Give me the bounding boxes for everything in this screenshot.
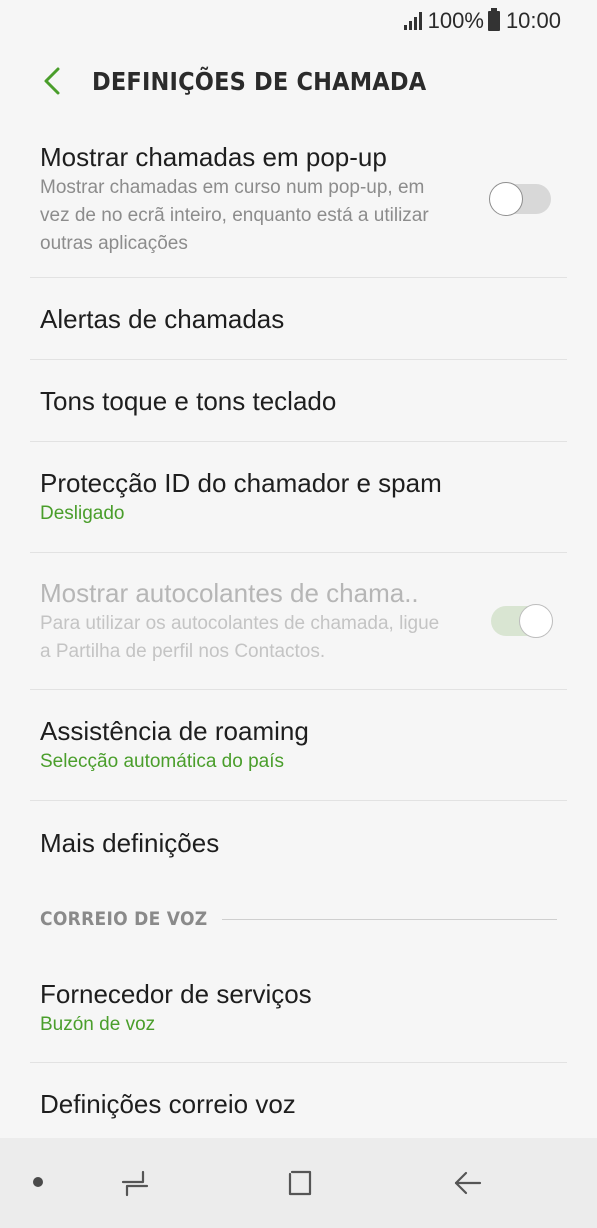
setting-status: Desligado bbox=[40, 503, 125, 524]
status-bar: 100% 10:00 bbox=[0, 0, 597, 42]
setting-title: Alertas de chamadas bbox=[40, 303, 285, 334]
call-stickers-toggle bbox=[491, 604, 553, 638]
page-title: DEFINIÇÕES DE CHAMADA bbox=[92, 66, 427, 96]
setting-more-settings[interactable]: Mais definições bbox=[30, 801, 567, 885]
section-header-voicemail: CORREIO DE VOZ bbox=[30, 885, 567, 953]
navigation-bar bbox=[0, 1138, 597, 1228]
setting-status: Selecção automática do país bbox=[40, 751, 284, 772]
signal-icon bbox=[403, 12, 422, 30]
setting-description: Mostrar chamadas em curso num pop-up, em… bbox=[40, 176, 429, 254]
setting-voicemail-settings[interactable]: Definições correio voz bbox=[30, 1063, 567, 1145]
chevron-left-icon bbox=[44, 67, 60, 95]
clock: 10:00 bbox=[505, 8, 561, 33]
nav-back-button[interactable] bbox=[443, 1160, 493, 1206]
back-arrow-icon bbox=[454, 1171, 482, 1195]
setting-title: Mostrar autocolantes de chama.. bbox=[40, 578, 419, 608]
settings-list: Mostrar chamadas em pop-up Mostrar chama… bbox=[0, 120, 597, 1145]
toggle-knob bbox=[519, 604, 553, 638]
home-button[interactable] bbox=[276, 1160, 326, 1206]
recent-apps-icon bbox=[121, 1170, 149, 1197]
setting-ringtones-keypad-tones[interactable]: Tons toque e tons teclado bbox=[30, 360, 567, 442]
section-label: CORREIO DE VOZ bbox=[40, 908, 208, 930]
setting-call-alerts[interactable]: Alertas de chamadas bbox=[30, 278, 567, 360]
section-divider bbox=[222, 918, 557, 920]
setting-call-stickers: Mostrar autocolantes de chama.. Para uti… bbox=[30, 553, 567, 690]
recent-apps-button[interactable] bbox=[110, 1160, 160, 1206]
setting-title: Tons toque e tons teclado bbox=[40, 385, 337, 416]
setting-service-provider[interactable]: Fornecedor de serviços Buzón de voz bbox=[30, 953, 567, 1063]
setting-caller-id-spam[interactable]: Protecção ID do chamador e spam Desligad… bbox=[30, 442, 567, 553]
setting-title: Mais definições bbox=[40, 828, 220, 858]
setting-title: Assistência de roaming bbox=[40, 716, 309, 746]
setting-title: Mostrar chamadas em pop-up bbox=[40, 141, 387, 172]
popup-calls-toggle[interactable] bbox=[489, 181, 551, 216]
home-icon bbox=[288, 1170, 312, 1196]
setting-title: Protecção ID do chamador e spam bbox=[40, 468, 442, 498]
setting-title: Fornecedor de serviços bbox=[40, 978, 312, 1009]
setting-status: Buzón de voz bbox=[40, 1013, 156, 1035]
toggle-knob bbox=[489, 181, 523, 216]
setting-title: Definições correio voz bbox=[40, 1088, 296, 1119]
battery-icon bbox=[487, 8, 500, 31]
setting-popup-calls[interactable]: Mostrar chamadas em pop-up Mostrar chama… bbox=[30, 120, 567, 278]
setting-description: Para utilizar os autocolantes de chamada… bbox=[40, 613, 440, 662]
back-button[interactable] bbox=[22, 51, 82, 111]
nav-dot-icon[interactable] bbox=[33, 1177, 43, 1187]
setting-roaming-assistance[interactable]: Assistência de roaming Selecção automáti… bbox=[30, 690, 567, 801]
app-bar: DEFINIÇÕES DE CHAMADA bbox=[0, 48, 597, 114]
battery-percent: 100% bbox=[427, 8, 484, 33]
